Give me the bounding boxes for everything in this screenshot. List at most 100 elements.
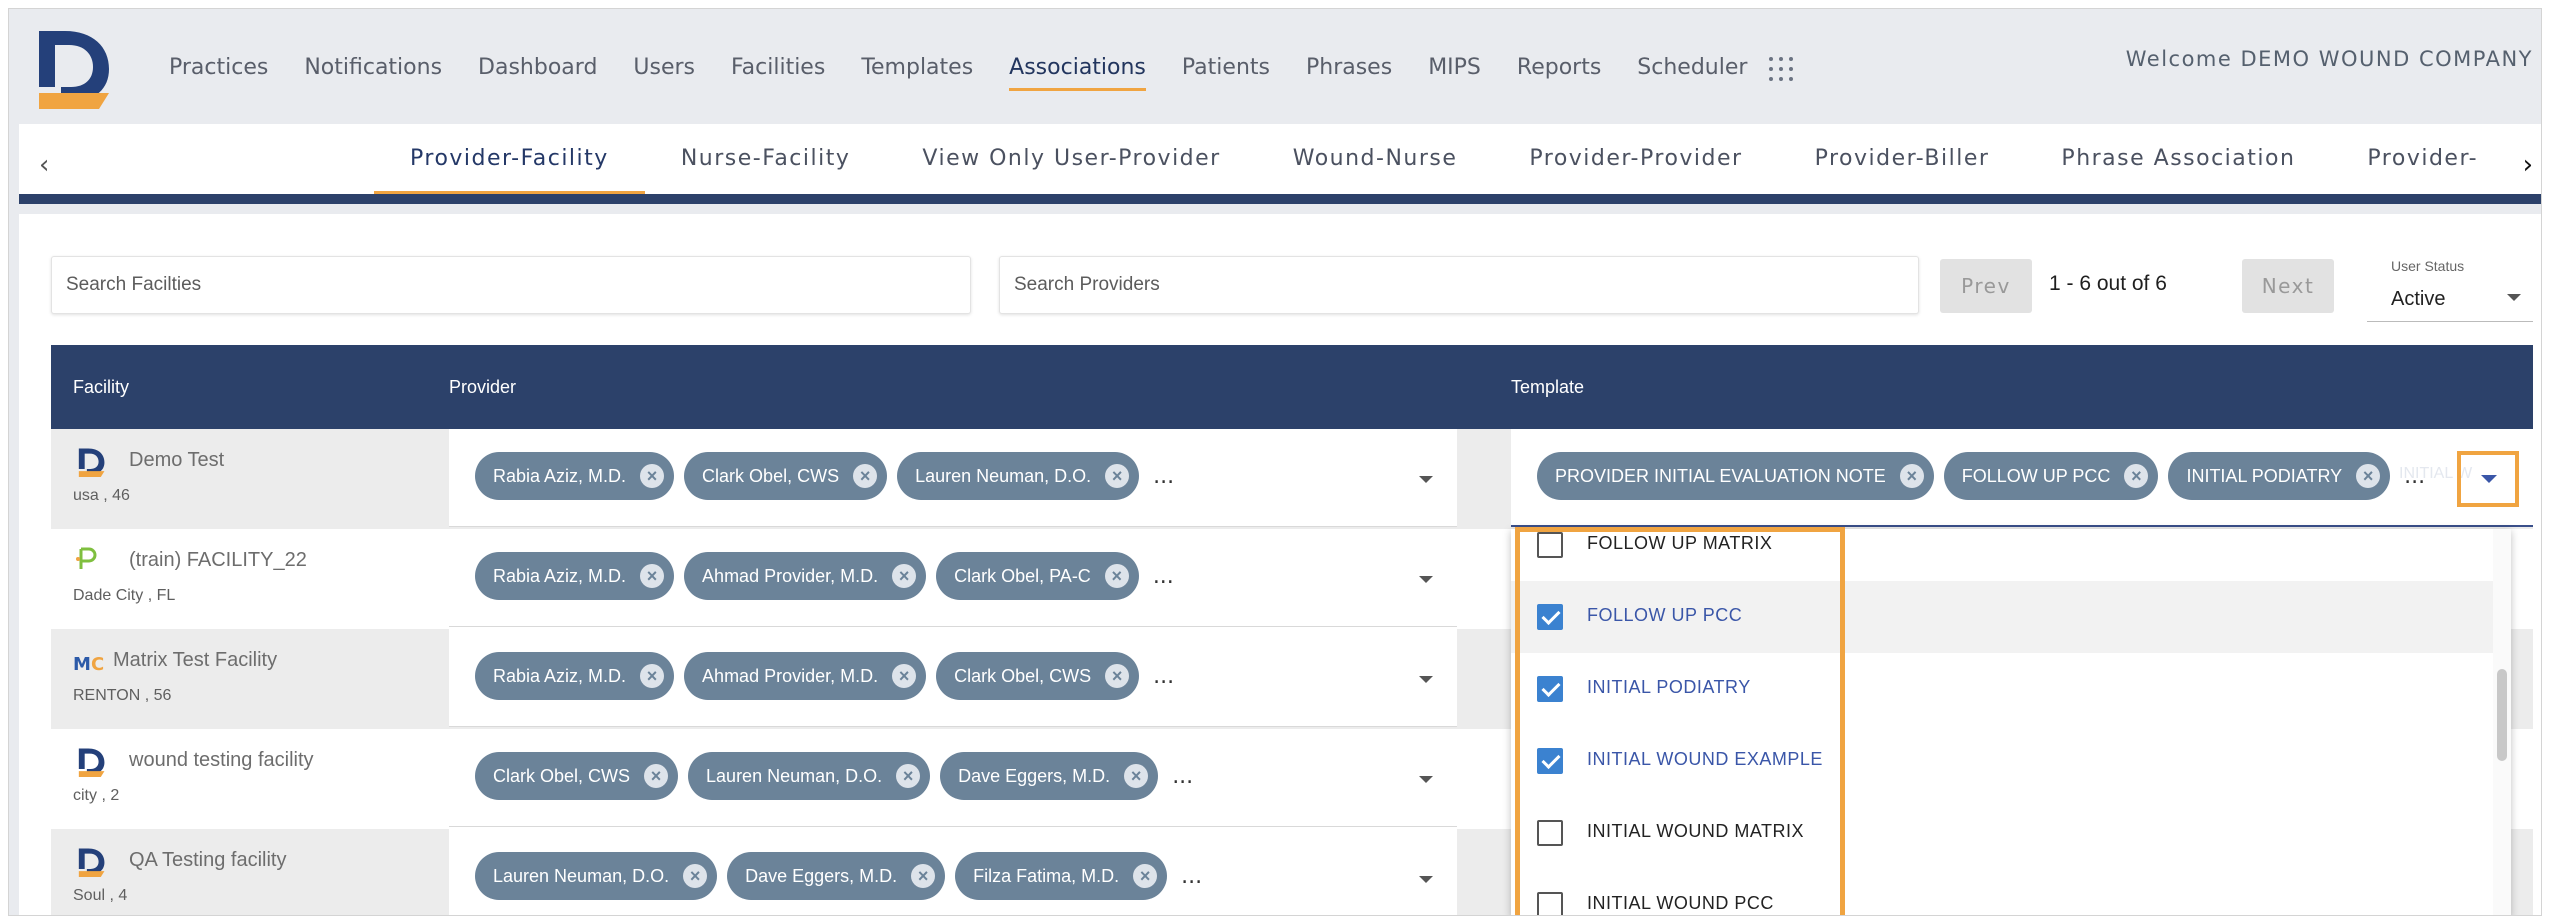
close-circle-icon[interactable]: × — [896, 764, 921, 788]
dropdown-option[interactable]: INITIAL WOUND EXAMPLE — [1511, 725, 2493, 797]
nav-phrases[interactable]: Phrases — [1306, 53, 1392, 83]
dropdown-scrollbar[interactable] — [2493, 529, 2511, 915]
grid-apps-icon[interactable] — [1769, 57, 1793, 81]
provider-chip: Clark Obel, PA-C × — [936, 552, 1139, 600]
prev-button[interactable]: Prev — [1940, 259, 2032, 313]
chip-label: Lauren Neuman, D.O. — [493, 865, 670, 886]
chevron-down-icon[interactable] — [1419, 776, 1433, 783]
close-circle-icon[interactable]: × — [853, 464, 878, 488]
nav-patients[interactable]: Patients — [1182, 53, 1270, 83]
more-indicator: ... — [1153, 463, 1175, 489]
tab-provider-biller[interactable]: Provider-Biller — [1779, 124, 2026, 194]
checkbox[interactable] — [1537, 892, 1563, 915]
dropdown-option[interactable]: INITIAL WOUND MATRIX — [1511, 797, 2493, 869]
chevron-right-icon[interactable]: › — [2523, 150, 2533, 180]
search-facilities-input[interactable] — [52, 257, 970, 313]
tab-view-only-user-provider[interactable]: View Only User-Provider — [886, 124, 1256, 194]
close-circle-icon[interactable]: × — [1124, 764, 1149, 788]
checkbox[interactable] — [1537, 748, 1563, 774]
nav-mips[interactable]: MIPS — [1428, 53, 1481, 83]
dropdown-option[interactable]: INITIAL PODIATRY — [1511, 653, 2493, 725]
provider-select[interactable]: Rabia Aziz, M.D. × Clark Obel, CWS × Laure… — [449, 429, 1457, 527]
nav-reports[interactable]: Reports — [1517, 53, 1601, 83]
checkbox[interactable] — [1537, 532, 1563, 558]
facility-location: Soul , 4 — [73, 887, 128, 904]
close-circle-icon[interactable]: × — [892, 564, 917, 588]
template-chip: PROVIDER INITIAL EVALUATION NOTE × — [1537, 452, 1934, 500]
close-circle-icon[interactable]: × — [1899, 464, 1924, 488]
close-circle-icon[interactable]: × — [2356, 464, 2381, 488]
top-navbar: Practices Notifications Dashboard Users … — [9, 9, 2541, 114]
tab-nurse-facility[interactable]: Nurse-Facility — [645, 124, 887, 194]
user-status-select[interactable]: User Status Active — [2367, 246, 2533, 322]
chip-label: Filza Fatima, M.D. — [973, 865, 1120, 886]
chip-label: PROVIDER INITIAL EVALUATION NOTE — [1555, 465, 1886, 486]
chevron-down-icon[interactable] — [1419, 876, 1433, 883]
facility-name: QA Testing facility — [129, 849, 287, 871]
template-select[interactable]: PROVIDER INITIAL EVALUATION NOTE × FOLLOW… — [1511, 429, 2533, 527]
user-status-value: Active — [2391, 288, 2446, 310]
next-button[interactable]: Next — [2242, 259, 2334, 313]
dropdown-option[interactable]: INITIAL WOUND PCC — [1511, 869, 2493, 915]
close-circle-icon[interactable]: × — [1104, 564, 1129, 588]
chip-label: Clark Obel, CWS — [954, 665, 1092, 686]
close-circle-icon[interactable]: × — [644, 764, 669, 788]
nav-users[interactable]: Users — [633, 53, 695, 83]
nav-dashboard[interactable]: Dashboard — [478, 53, 597, 83]
header-template: Template — [1511, 377, 1585, 397]
close-circle-icon[interactable]: × — [640, 464, 665, 488]
chevron-down-icon[interactable] — [1419, 576, 1433, 583]
option-label: FOLLOW UP MATRIX — [1587, 533, 1773, 553]
association-tabs: ‹ Provider-Facility Nurse-Facility View … — [19, 124, 2541, 204]
close-circle-icon[interactable]: × — [640, 564, 665, 588]
provider-select[interactable]: Clark Obel, CWS × Lauren Neuman, D.O. × Da… — [449, 729, 1457, 827]
nav-templates[interactable]: Templates — [861, 53, 973, 83]
chip-label: Lauren Neuman, D.O. — [706, 765, 883, 786]
close-circle-icon[interactable]: × — [1105, 664, 1130, 688]
tab-provider-facility[interactable]: Provider-Facility — [374, 124, 645, 194]
option-label: INITIAL WOUND MATRIX — [1587, 821, 1804, 841]
close-circle-icon[interactable]: × — [1105, 464, 1130, 488]
close-circle-icon[interactable]: × — [892, 664, 917, 688]
close-circle-icon[interactable]: × — [640, 664, 665, 688]
scrollbar-thumb[interactable] — [2497, 669, 2507, 761]
nav-scheduler[interactable]: Scheduler — [1637, 53, 1747, 83]
close-circle-icon[interactable]: × — [1133, 864, 1158, 888]
welcome-text: Welcome DEMO WOUND COMPANY — [2125, 47, 2533, 71]
table-header: Facility Provider Template — [51, 345, 2533, 429]
facility-location: Dade City , FL — [73, 587, 176, 604]
chevron-down-icon[interactable] — [1419, 476, 1433, 483]
dropdown-option[interactable]: FOLLOW UP PCC — [1511, 581, 2493, 653]
dropdown-option[interactable]: FOLLOW UP MATRIX — [1511, 529, 2493, 581]
nav-associations[interactable]: Associations — [1009, 53, 1146, 91]
checkbox[interactable] — [1537, 604, 1563, 630]
tab-strip: Provider-Facility Nurse-Facility View On… — [374, 124, 2504, 194]
nav-notifications[interactable]: Notifications — [304, 53, 442, 83]
provider-select[interactable]: Rabia Aziz, M.D. × Ahmad Provider, M.D. × … — [449, 629, 1457, 727]
chip-label: Lauren Neuman, D.O. — [915, 465, 1092, 486]
tab-wound-nurse[interactable]: Wound-Nurse — [1257, 124, 1494, 194]
facility-logo-icon: M C — [73, 654, 104, 673]
tab-provider-more[interactable]: Provider- — [2331, 124, 2504, 194]
template-dropdown-toggle[interactable] — [2457, 451, 2519, 507]
checkbox[interactable] — [1537, 820, 1563, 846]
company-logo[interactable] — [35, 27, 115, 109]
provider-chip: Clark Obel, CWS × — [475, 752, 679, 800]
facility-location: city , 2 — [73, 787, 120, 804]
nav-practices[interactable]: Practices — [169, 53, 268, 83]
provider-select[interactable]: Rabia Aziz, M.D. × Ahmad Provider, M.D. × … — [449, 529, 1457, 627]
provider-select[interactable]: Lauren Neuman, D.O. × Dave Eggers, M.D. × … — [449, 829, 1457, 915]
tab-provider-provider[interactable]: Provider-Provider — [1493, 124, 1778, 194]
chip-label: Rabia Aziz, M.D. — [493, 465, 627, 486]
tab-phrase-association[interactable]: Phrase Association — [2025, 124, 2331, 194]
close-circle-icon[interactable]: × — [2124, 464, 2149, 488]
checkbox[interactable] — [1537, 676, 1563, 702]
chip-label: INITIAL PODIATRY — [2186, 465, 2343, 486]
search-providers-input[interactable] — [1000, 257, 1918, 313]
nav-facilities[interactable]: Facilities — [731, 53, 825, 83]
close-circle-icon[interactable]: × — [911, 864, 936, 888]
svg-text:C: C — [91, 654, 104, 673]
chevron-left-icon[interactable]: ‹ — [39, 150, 49, 180]
close-circle-icon[interactable]: × — [683, 864, 708, 888]
chevron-down-icon[interactable] — [1419, 676, 1433, 683]
